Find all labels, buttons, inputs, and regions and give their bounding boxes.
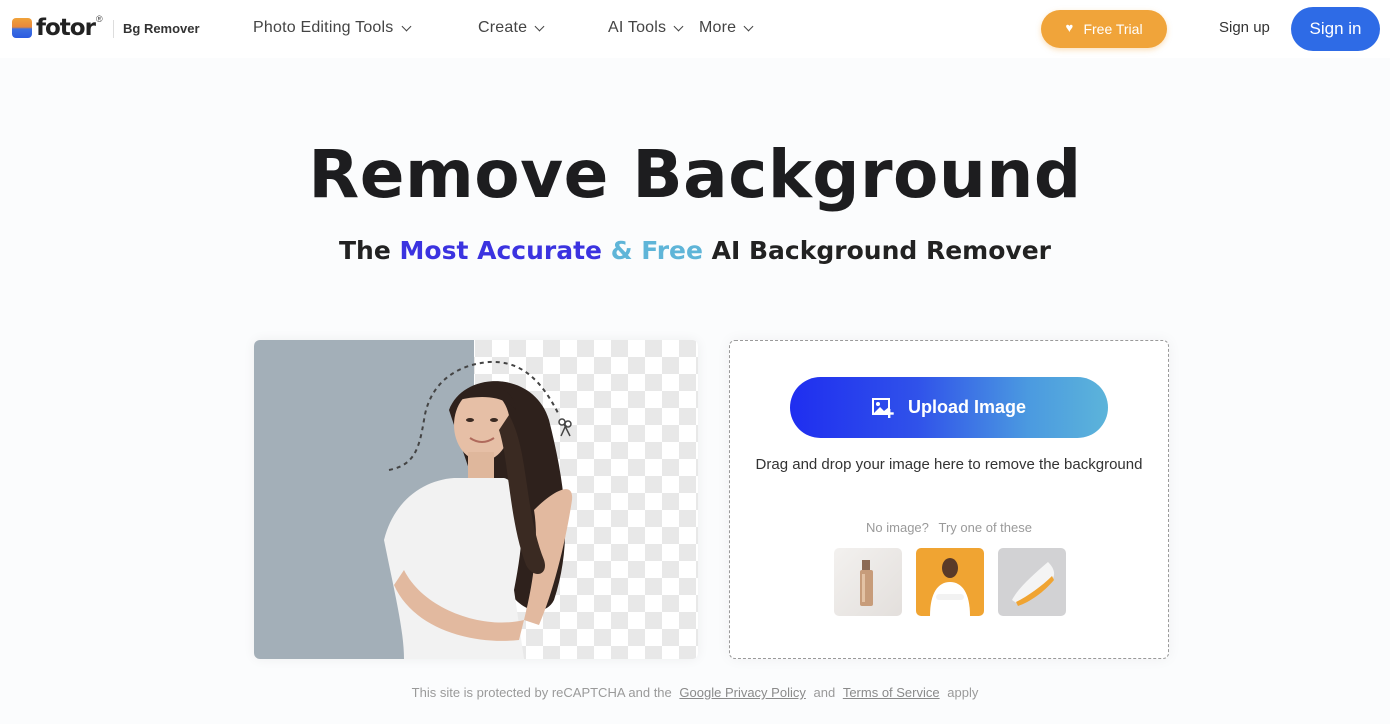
heart-icon (1065, 20, 1077, 35)
subtitle-text: The (339, 236, 400, 265)
page-title: Remove Background (308, 136, 1082, 213)
upload-image-label: Upload Image (907, 397, 1027, 417)
chevron-down-icon (401, 21, 411, 31)
free-trial-label: Free Trial (1083, 21, 1143, 37)
logo-divider (113, 20, 114, 38)
fotor-logo-icon (12, 18, 32, 38)
nav-photo-editing-tools[interactable]: Photo Editing Tools (253, 19, 411, 37)
nav-label: AI Tools (608, 19, 667, 36)
woman-photo (384, 360, 573, 659)
subtitle-text: AI Background Remover (702, 236, 1051, 265)
sample-woman-orange[interactable] (916, 548, 984, 616)
notice-text: This site is protected by reCAPTCHA and … (411, 685, 672, 700)
no-image-text: No image? (866, 520, 929, 535)
top-nav-bar: fotor ® Bg Remover Photo Editing Tools C… (0, 0, 1390, 58)
sample-images (834, 548, 1066, 616)
image-plus-icon (871, 397, 894, 418)
chevron-down-icon (743, 21, 754, 31)
nav-label: Photo Editing Tools (253, 19, 394, 36)
sign-in-button[interactable]: Sign in (1291, 7, 1380, 51)
notice-text: apply (947, 685, 979, 700)
woman-thumbnail (930, 558, 970, 616)
registered-mark: ® (95, 14, 103, 24)
free-trial-button[interactable]: Free Trial (1041, 10, 1167, 48)
privacy-policy-link[interactable]: Google Privacy Policy (679, 685, 805, 700)
terms-of-service-link[interactable]: Terms of Service (843, 685, 940, 700)
chevron-down-icon (673, 21, 684, 31)
demo-illustration (254, 340, 698, 659)
subtitle-highlight-free: & Free (602, 236, 703, 265)
page-subtitle: The Most Accurate & Free AI Background R… (0, 236, 1390, 265)
scissors-icon (558, 418, 572, 437)
nav-label: Create (478, 19, 528, 36)
sample-prompt: No image? Try one of these (730, 520, 1168, 535)
logo-text: fotor (36, 15, 96, 41)
try-one-text: Try one of these (938, 520, 1032, 535)
sample-cosmetic-bottle[interactable] (834, 548, 902, 616)
cosmetic-bottle-thumbnail (860, 560, 873, 606)
fotor-logo[interactable]: fotor ® (12, 14, 103, 41)
drop-instructions: Drag and drop your image here to remove … (755, 456, 1143, 473)
product-name[interactable]: Bg Remover (123, 21, 200, 36)
sample-sneaker[interactable] (998, 548, 1066, 616)
nav-create[interactable]: Create (478, 19, 545, 37)
chevron-down-icon (534, 21, 545, 31)
nav-label: More (699, 19, 737, 36)
nav-more[interactable]: More (699, 19, 754, 37)
recaptcha-notice: This site is protected by reCAPTCHA and … (0, 685, 1390, 700)
notice-text: and (813, 685, 836, 700)
nav-ai-tools[interactable]: AI Tools (608, 19, 684, 37)
sneaker-thumbnail (1012, 562, 1055, 606)
sign-up-link[interactable]: Sign up (1219, 19, 1270, 36)
upload-dropzone[interactable]: Upload Image Drag and drop your image he… (729, 340, 1169, 659)
upload-image-button[interactable]: Upload Image (790, 377, 1108, 438)
subtitle-highlight-accurate: Most Accurate (399, 236, 602, 265)
